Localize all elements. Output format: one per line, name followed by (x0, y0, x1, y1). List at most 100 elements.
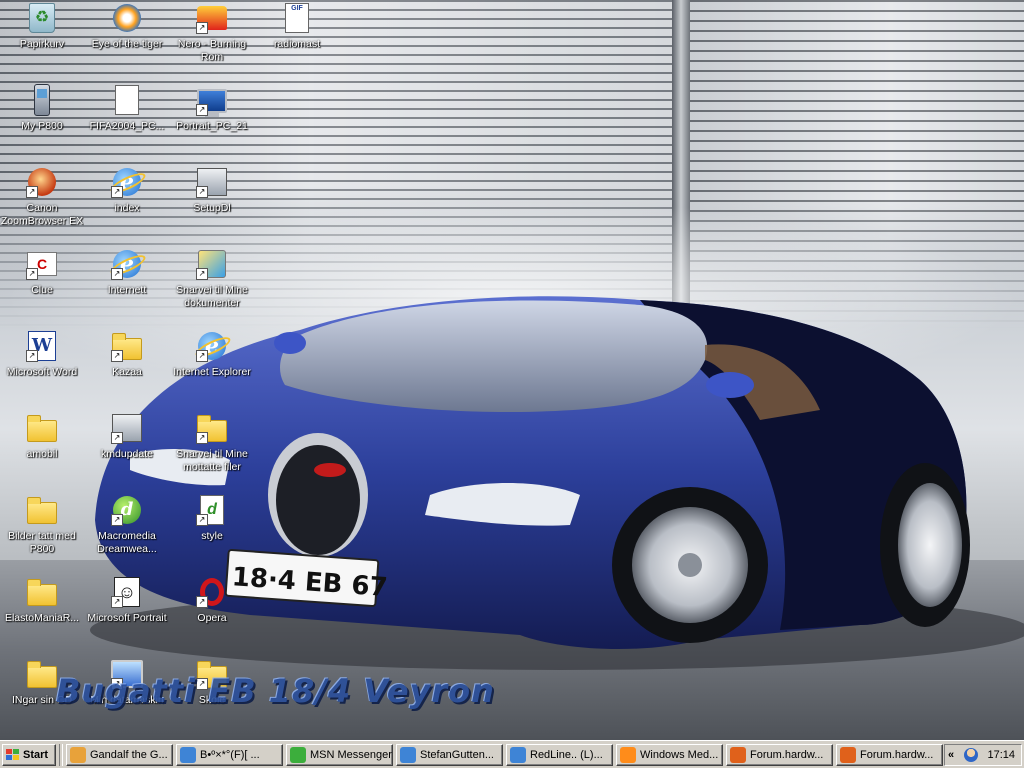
shortcut-arrow-icon: ↗ (196, 350, 208, 362)
folder-icon: ↗ (111, 330, 143, 362)
desktop-icon-microsoft-portrait[interactable]: ☺ ↗ Microsoft Portrait (85, 574, 169, 650)
desktop-icon-canon-zoombrowser-ex[interactable]: ↗ Canon ZoomBrowser EX (0, 164, 84, 240)
nero-icon: ↗ (196, 2, 228, 34)
desktop[interactable]: 18·4 EB 67 ♻ Papirkurv My P800 ↗ Canon ZoomB… (0, 0, 1024, 740)
shortcut-arrow-icon: ↗ (26, 350, 38, 362)
taskbar-button[interactable]: MSN Messenger (286, 743, 393, 766)
desktop-icon-label: Canon ZoomBrowser EX (0, 202, 84, 227)
desktop-icon-kazaa[interactable]: ↗ Kazaa (85, 328, 169, 404)
desktop-icon-my-p800[interactable]: My P800 (0, 82, 84, 158)
desktop-icon-internett[interactable]: e ↗ Internett (85, 246, 169, 322)
desktop-icon-label: Nero - Burning Rom (177, 38, 247, 63)
shortcut-arrow-icon: ↗ (111, 596, 123, 608)
taskbar-button[interactable]: B•º×*°(F)[ ... (176, 743, 283, 766)
internet-explorer-icon: e ↗ (111, 248, 143, 280)
desktop-icon-label: Macromedia Dreamwea... (97, 530, 157, 555)
task-app-icon (290, 746, 306, 763)
shortcut-arrow-icon: ↗ (196, 104, 208, 116)
shortcut-arrow-icon: ↗ (26, 268, 38, 280)
dreamweaver-icon: d ↗ (111, 494, 143, 526)
shortcut-arrow-icon: ↗ (196, 186, 208, 198)
desktop-icon-radiomast[interactable]: GIF radiomast (255, 0, 339, 76)
start-button[interactable]: Start (2, 743, 56, 766)
desktop-icon-label: My P800 (21, 120, 63, 132)
car-grille (276, 445, 360, 555)
folder-icon (26, 412, 58, 444)
taskbar-button[interactable]: Forum.hardw... (726, 743, 833, 766)
desktop-icon-bilder-tatt-med-p800[interactable]: Bilder tatt med P800 (0, 492, 84, 568)
taskbar-button[interactable]: Forum.hardw... (836, 743, 943, 766)
clock[interactable]: 17:14 (987, 749, 1015, 761)
windows-logo-icon (6, 748, 20, 761)
task-app-icon (400, 746, 416, 763)
desktop-icon-label: radiomast (273, 38, 321, 50)
computer-icon: ↗ (196, 84, 228, 117)
shortcut-icon: ↗ (196, 248, 228, 280)
media-player-icon (111, 2, 143, 34)
clue-icon: C ↗ (26, 248, 58, 280)
desktop-icon-label: Papirkurv (19, 38, 65, 50)
desktop-icon-label: index (114, 202, 140, 214)
taskbar-button-label: Gandalf the G... (90, 748, 168, 761)
taskbar-separator (59, 743, 63, 766)
car-badge (314, 463, 346, 477)
car-mirror-right (706, 372, 754, 398)
task-app-icon (620, 746, 636, 763)
messenger-tray-icon[interactable] (963, 748, 978, 762)
desktop-icon-style[interactable]: d ↗ style (170, 492, 254, 568)
shortcut-arrow-icon: ↗ (111, 350, 123, 362)
desktop-icon-papirkurv[interactable]: ♻ Papirkurv (0, 0, 84, 76)
folder-icon (26, 494, 58, 526)
desktop-icon-label: Snarvei til Mine mottatte filer (176, 448, 248, 473)
shortcut-arrow-icon: ↗ (26, 186, 38, 198)
folder-icon: ↗ (196, 412, 228, 444)
desktop-icon-label: Microsoft Portrait (87, 612, 167, 624)
desktop-icon-internet-explorer[interactable]: e ↗ Internet Explorer (170, 328, 254, 404)
taskbar-button-label: Windows Med... (640, 748, 719, 761)
shortcut-arrow-icon: ↗ (196, 514, 208, 526)
desktop-icon-label: style (201, 530, 223, 542)
system-tray: « 17:14 (944, 744, 1022, 766)
tray-expand-button[interactable]: « (948, 749, 954, 761)
desktop-icon-snarvei-til-mine-mottatte-filer[interactable]: ↗ Snarvei til Mine mottatte filer (170, 410, 254, 486)
taskbar-button[interactable]: Gandalf the G... (66, 743, 173, 766)
desktop-icon-kmdupdate[interactable]: ↗ kmdupdate (85, 410, 169, 486)
task-app-icon (510, 746, 526, 763)
desktop-icon-label: Portrait_PC_21 (176, 120, 248, 132)
desktop-icon-setupdl[interactable]: ↗ SetupDl (170, 164, 254, 240)
setup-icon: ↗ (196, 166, 228, 198)
desktop-icon-label: Opera (197, 612, 227, 624)
task-app-icon (840, 746, 856, 763)
desktop-icon-snarvei-til-mine-dokumenter[interactable]: ↗ Snarvei til Mine dokumenter (170, 246, 254, 322)
desktop-icon-portrait-pc-21[interactable]: ↗ Portrait_PC_21 (170, 82, 254, 158)
taskbar-button-label: Forum.hardw... (860, 748, 934, 761)
shortcut-arrow-icon: ↗ (111, 186, 123, 198)
desktop-icon-eye-of-the-tiger[interactable]: Eye of the tiger (85, 0, 169, 76)
desktop-icon-nero-burning-rom[interactable]: ↗ Nero - Burning Rom (170, 0, 254, 76)
taskbar-button-label: Forum.hardw... (750, 748, 824, 761)
taskbar-button[interactable]: StefanGutten... (396, 743, 503, 766)
shortcut-arrow-icon: ↗ (111, 432, 123, 444)
desktop-icon-opera[interactable]: ↗ Opera (170, 574, 254, 650)
desktop-icon-label: kmdupdate (101, 448, 153, 460)
shortcut-arrow-icon: ↗ (111, 268, 123, 280)
gif-file-icon: GIF (281, 2, 313, 34)
desktop-icon-macromedia-dreamwea[interactable]: d ↗ Macromedia Dreamwea... (85, 492, 169, 568)
desktop-icon-fifa2004-pc[interactable]: FIFA2004_PC... (85, 82, 169, 158)
desktop-icon-label: ElastoManiaR... (4, 612, 80, 624)
desktop-icon-clue[interactable]: C ↗ Clue (0, 246, 84, 322)
taskbar-button[interactable]: RedLine.. (L)... (506, 743, 613, 766)
taskbar-button[interactable]: Windows Med... (616, 743, 723, 766)
setup-icon: ↗ (111, 412, 143, 444)
desktop-icon-elastomaniar[interactable]: ElastoManiaR... (0, 574, 84, 650)
shortcut-arrow-icon: ↗ (111, 514, 123, 526)
desktop-icon-microsoft-word[interactable]: W ↗ Microsoft Word (0, 328, 84, 404)
document-icon (111, 84, 143, 116)
canon-icon: ↗ (26, 166, 58, 198)
taskbar-button-label: B•º×*°(F)[ ... (200, 748, 260, 761)
desktop-icon-index[interactable]: e ↗ index (85, 164, 169, 240)
taskbar-button-label: MSN Messenger (310, 748, 392, 761)
desktop-icon-label: Internett (107, 284, 147, 296)
car-mirror-left (274, 332, 306, 354)
desktop-icon-amobil[interactable]: amobil (0, 410, 84, 486)
